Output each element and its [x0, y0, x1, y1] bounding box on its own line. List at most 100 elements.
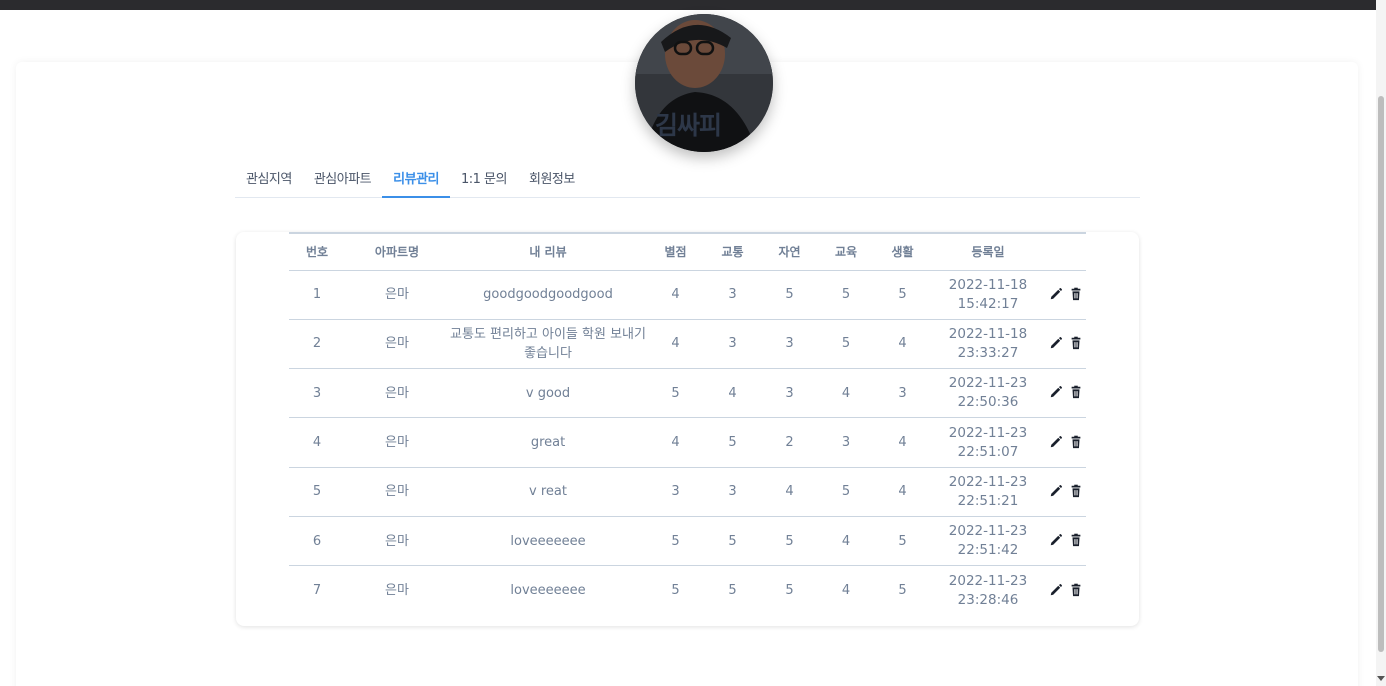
trash-icon[interactable] — [1068, 484, 1084, 500]
review-date: 2022-11-18 — [948, 276, 1028, 293]
review-text: loveeeeeee — [510, 533, 586, 549]
review-registered-date: 2022-11-23 23:28:46 — [931, 566, 1045, 615]
header-registered-date: 등록일 — [971, 245, 1005, 260]
table-row: 1 은마 goodgoodgoodgood 4 3 5 5 5 2022-11-18 15:42:… — [289, 270, 1086, 319]
review-education-score: 4 — [841, 583, 851, 599]
review-rating: 5 — [671, 583, 680, 599]
tab-interest-region[interactable]: 관심지역 — [235, 162, 303, 198]
review-living-score: 3 — [898, 385, 907, 401]
review-registered-date: 2022-11-23 22:51:42 — [931, 516, 1045, 565]
review-education-score: 4 — [841, 533, 851, 549]
review-apartment-name: 은마 — [385, 533, 409, 549]
tab-inquiry[interactable]: 1:1 문의 — [450, 162, 518, 198]
review-education-score: 4 — [841, 385, 851, 401]
review-education-score: 5 — [841, 484, 851, 500]
review-education-score: 5 — [841, 287, 851, 303]
trash-icon[interactable] — [1068, 435, 1084, 451]
review-text: v reat — [529, 484, 567, 500]
review-actions — [1045, 369, 1086, 418]
review-transport-score: 3 — [728, 336, 737, 352]
review-nature-score: 4 — [785, 484, 794, 500]
pencil-icon[interactable] — [1048, 336, 1064, 352]
review-date: 2022-11-23 — [948, 572, 1028, 589]
review-date: 2022-11-18 — [948, 325, 1028, 342]
review-text: v good — [525, 385, 571, 401]
scrollbar-thumb[interactable] — [1378, 96, 1384, 652]
header-number: 번호 — [305, 245, 329, 260]
vertical-scrollbar[interactable] — [1376, 0, 1386, 686]
review-date: 2022-11-23 — [948, 473, 1028, 490]
review-time: 15:42:17 — [957, 295, 1019, 312]
tab-interest-apartment[interactable]: 관심아파트 — [303, 162, 382, 198]
trash-icon[interactable] — [1068, 533, 1084, 549]
review-time: 22:50:36 — [957, 394, 1019, 411]
review-text: 교통도 편리하고 아이들 학원 보내기 좋습니다 — [450, 326, 646, 361]
review-living-score: 4 — [898, 336, 907, 352]
review-transport-score: 5 — [728, 583, 737, 599]
review-registered-date: 2022-11-18 15:42:17 — [931, 270, 1045, 319]
scroll-down-arrow-icon[interactable] — [1377, 676, 1385, 681]
review-number: 2 — [312, 336, 322, 352]
review-number: 7 — [312, 583, 322, 599]
review-date: 2022-11-23 — [948, 424, 1028, 441]
review-number: 6 — [312, 533, 322, 549]
review-living-score: 4 — [898, 435, 907, 451]
tab-member-info[interactable]: 회원정보 — [518, 162, 586, 198]
profile-name: 김싸피 — [654, 111, 722, 140]
pencil-icon[interactable] — [1048, 583, 1064, 599]
pencil-icon[interactable] — [1048, 533, 1064, 549]
review-transport-score: 4 — [728, 385, 737, 401]
review-rating: 4 — [671, 435, 680, 451]
header-rating: 별점 — [664, 245, 687, 260]
review-apartment-name: 은마 — [385, 287, 409, 303]
review-apartment-name: 은마 — [385, 385, 409, 401]
review-time: 23:28:46 — [957, 591, 1019, 608]
review-education-score: 5 — [841, 336, 851, 352]
review-date: 2022-11-23 — [948, 375, 1028, 392]
review-text: loveeeeeee — [510, 583, 586, 599]
review-rating: 5 — [671, 533, 680, 549]
review-time: 22:51:07 — [957, 443, 1019, 460]
hero-banner-strip — [0, 0, 1376, 10]
review-registered-date: 2022-11-23 22:51:21 — [931, 467, 1045, 516]
pencil-icon[interactable] — [1048, 287, 1064, 303]
review-nature-score: 3 — [785, 385, 794, 401]
tab-review-management[interactable]: 리뷰관리 — [382, 162, 450, 198]
trash-icon[interactable] — [1068, 583, 1084, 599]
trash-icon[interactable] — [1068, 336, 1084, 352]
review-registered-date: 2022-11-23 22:51:07 — [931, 418, 1045, 467]
review-living-score: 5 — [898, 287, 907, 303]
review-table: 번호 아파트명 내 리뷰 별점 교통 자연 교육 생활 등록일 1 은마 goodg… — [289, 232, 1086, 615]
review-number: 4 — [312, 435, 322, 451]
review-rating: 4 — [671, 336, 680, 352]
review-transport-score: 3 — [728, 484, 737, 500]
header-education: 교육 — [834, 245, 858, 260]
trash-icon[interactable] — [1068, 385, 1084, 401]
review-transport-score: 5 — [728, 533, 737, 549]
mypage-tabs: 관심지역 관심아파트 리뷰관리 1:1 문의 회원정보 — [235, 162, 1140, 198]
review-nature-score: 2 — [785, 435, 794, 451]
trash-icon[interactable] — [1068, 287, 1084, 303]
review-text: great — [530, 435, 566, 451]
review-actions — [1045, 566, 1086, 615]
review-apartment-name: 은마 — [385, 583, 409, 599]
header-my-review: 내 리뷰 — [529, 245, 567, 260]
table-row: 6 은마 loveeeeeee 5 5 5 4 5 2022-11-23 22:51:42 — [289, 516, 1086, 565]
review-apartment-name: 은마 — [385, 435, 409, 451]
review-number: 1 — [312, 287, 322, 303]
header-living: 생활 — [891, 245, 914, 260]
pencil-icon[interactable] — [1048, 435, 1064, 451]
table-row: 3 은마 v good 5 4 3 4 3 2022-11-23 22:50:36 — [289, 368, 1086, 418]
review-apartment-name: 은마 — [385, 336, 409, 352]
review-living-score: 5 — [898, 583, 907, 599]
review-actions — [1045, 418, 1086, 467]
review-date: 2022-11-23 — [948, 523, 1028, 540]
review-rating: 4 — [671, 287, 680, 303]
review-time: 22:51:42 — [957, 542, 1019, 559]
header-nature: 자연 — [778, 245, 801, 260]
review-actions — [1045, 270, 1086, 319]
review-transport-score: 5 — [728, 435, 737, 451]
pencil-icon[interactable] — [1048, 385, 1064, 401]
pencil-icon[interactable] — [1048, 484, 1064, 500]
review-education-score: 3 — [841, 435, 851, 451]
